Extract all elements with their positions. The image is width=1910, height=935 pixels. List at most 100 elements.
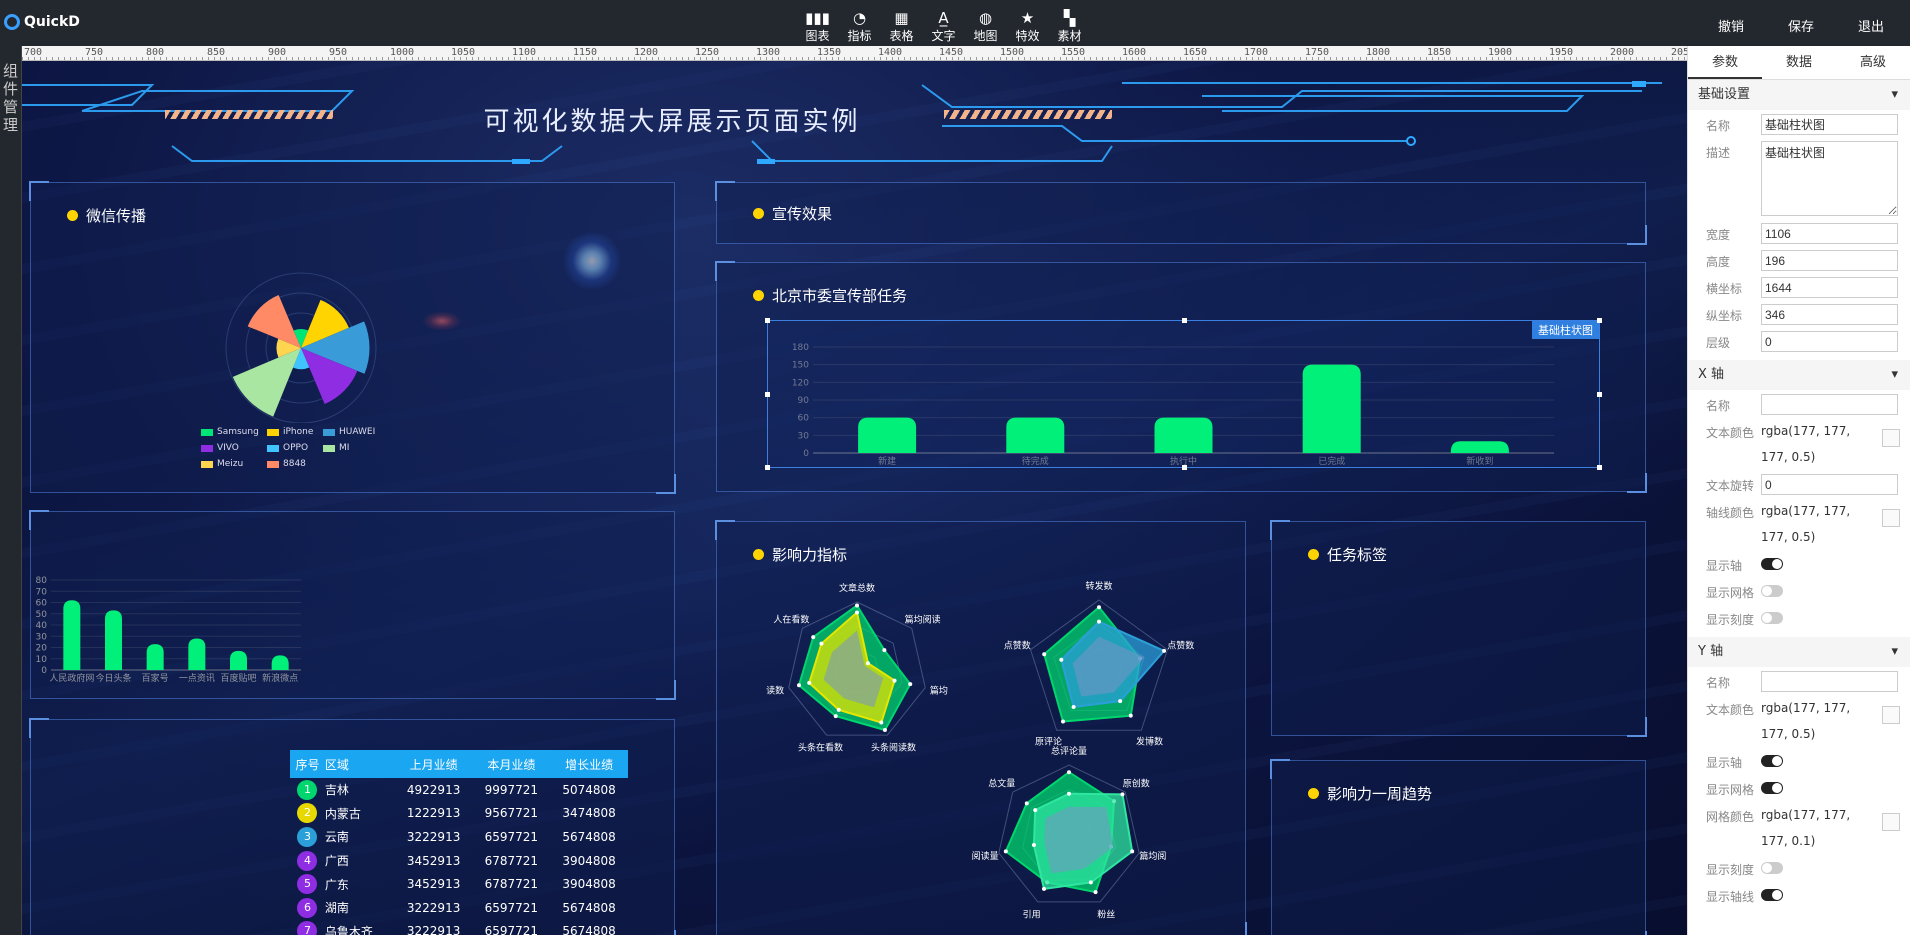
properties-tabs: 参数 数据 高级 <box>1688 46 1910 80</box>
weekly-trend-panel[interactable]: 影响力一周趋势 <box>1270 759 1647 935</box>
tool-label: 表格 <box>889 29 914 43</box>
radar-charts[interactable]: 文章总数篇均阅读篇均头条阅读数 头条在看数 读数 人在看数 转发数点赞数发博数 原评论 点赞… <box>717 522 1247 935</box>
table-row[interactable]: 5 广东 3452913 6787721 3904808 <box>290 872 628 896</box>
bar[interactable] <box>1450 441 1509 453</box>
ranking-table[interactable]: 序号 区域 上月业绩 本月业绩 增长业绩 1 吉林 4922913 9997721 50… <box>290 750 628 935</box>
x-tick-label: 人民政府网 <box>49 672 94 684</box>
header-stripes-right <box>944 110 1112 119</box>
y-tick-label: 0 <box>803 449 809 459</box>
x-name-input[interactable] <box>1761 394 1898 415</box>
x-input[interactable] <box>1761 277 1898 298</box>
col-rank: 序号 <box>290 750 325 778</box>
table-row[interactable]: 7 乌鲁木齐 3222913 6597721 5674808 <box>290 920 628 935</box>
bar[interactable] <box>271 655 289 670</box>
width-input[interactable] <box>1761 223 1898 244</box>
tool-label: 特效 <box>1015 29 1040 43</box>
x-show-ticks-toggle[interactable] <box>1761 612 1783 624</box>
radar-indicator-label: 篇均 <box>930 685 948 697</box>
color-picker-icon[interactable] <box>1882 813 1900 831</box>
x-show-axis-toggle[interactable] <box>1761 558 1783 570</box>
bar[interactable] <box>63 600 81 670</box>
y-show-axis-toggle[interactable] <box>1761 755 1783 767</box>
x-show-grid-toggle[interactable] <box>1761 585 1783 597</box>
exit-button[interactable]: 退出 <box>1858 16 1884 35</box>
y-show-axis-label: 显示轴 <box>1706 756 1743 770</box>
desc-textarea[interactable]: 基础柱状图 <box>1761 141 1898 216</box>
table-tool[interactable]: ▦ 表格 <box>886 10 917 44</box>
tab-data[interactable]: 数据 <box>1762 46 1836 79</box>
table-row[interactable]: 6 湖南 3222913 6597721 5674808 <box>290 896 628 920</box>
ruler-tick: 1200 <box>634 47 659 58</box>
bar[interactable] <box>188 638 206 671</box>
save-button[interactable]: 保存 <box>1788 16 1814 35</box>
height-input[interactable] <box>1761 250 1898 271</box>
legend-item[interactable]: iPhone <box>267 427 323 437</box>
task-tags-panel[interactable]: 任务标签 <box>1270 520 1647 737</box>
platform-bar-chart[interactable]: 8070 60504030 20100人民政府网 今日头条 百家号 一点资讯 百度贴吧 新浪微… <box>31 512 331 697</box>
tab-params[interactable]: 参数 <box>1688 46 1762 79</box>
cell-last: 3452913 <box>406 877 461 892</box>
rose-chart[interactable] <box>201 263 401 423</box>
y-show-grid-toggle[interactable] <box>1761 782 1783 794</box>
y-input[interactable] <box>1761 304 1898 325</box>
influence-panel[interactable]: 影响力指标 文章总数 篇均阅读 篇均 头条阅读数 头条在看数 读数 人在看数 转发数 点赞数 发博… <box>715 520 1247 935</box>
component-manager-tab[interactable]: 组件管理 <box>0 46 22 935</box>
dashboard-title[interactable]: 可视化数据大屏展示页面实例 <box>422 101 922 138</box>
task-bar-chart: 180 150 120 90 60 30 0 新建 待完成 执行中 已完成 新收到 <box>792 343 1554 467</box>
legend-item[interactable]: 8848 <box>267 459 323 469</box>
platform-bar-panel[interactable]: 80 70 60 50 40 30 20 10 0 人民政府网 今日头条 百家号 一点资讯 百度贴吧 新浪微… <box>29 510 676 700</box>
color-picker-icon[interactable] <box>1882 706 1900 724</box>
bar[interactable] <box>105 610 122 670</box>
dashboard-canvas[interactable]: 可视化数据大屏展示页面实例 微信传播 Samsung iPhone HUAWEI VI… <box>22 61 1687 935</box>
z-input[interactable] <box>1761 331 1898 352</box>
color-picker-icon[interactable] <box>1882 429 1900 447</box>
basic-settings-section[interactable]: 基础设置 <box>1688 80 1910 110</box>
x-rotate-input[interactable] <box>1761 474 1898 495</box>
rose-slice[interactable] <box>232 348 301 417</box>
undo-button[interactable]: 撤销 <box>1718 16 1744 35</box>
bar[interactable] <box>230 650 247 670</box>
legend-item[interactable]: Meizu <box>201 459 267 469</box>
legend-item[interactable]: HUAWEI <box>323 427 389 437</box>
radar-indicator-label: 读数 <box>766 685 784 697</box>
app-logo[interactable]: QuickD <box>4 14 80 30</box>
radar-point <box>855 603 859 608</box>
rose-legend: Samsung iPhone HUAWEI VIVO OPPO MI Meizu 8848 <box>201 427 389 469</box>
y-axis-section[interactable]: Y 轴 <box>1688 637 1910 667</box>
y-show-axisline-toggle[interactable] <box>1761 889 1783 901</box>
x-axis-section[interactable]: X 轴 <box>1688 360 1910 390</box>
indicator-tool[interactable]: ◔ 指标 <box>844 10 875 44</box>
bar[interactable] <box>1302 364 1361 453</box>
chart-tool[interactable]: ▮▮▮ 图表 <box>802 10 833 44</box>
text-tool[interactable]: A̲ 文字 <box>928 10 959 44</box>
y-show-ticks-toggle[interactable] <box>1761 862 1783 874</box>
name-row: 名称 <box>1688 110 1910 137</box>
name-input[interactable] <box>1761 114 1898 135</box>
map-tool[interactable]: ◍ 地图 <box>970 10 1001 44</box>
table-row[interactable]: 2 内蒙古 1222913 9567721 3474808 <box>290 802 628 826</box>
selected-bar-chart[interactable]: 基础柱状图 180 150 120 90 60 30 0 新建 待完成 执行中 已完成 新收到 <box>765 318 1602 470</box>
bar[interactable] <box>1154 417 1213 453</box>
publicity-panel[interactable]: 宣传效果 <box>715 181 1647 245</box>
legend-item[interactable]: VIVO <box>201 443 267 453</box>
legend-item[interactable]: OPPO <box>267 443 323 453</box>
color-picker-icon[interactable] <box>1882 509 1900 527</box>
wechat-panel[interactable]: 微信传播 Samsung iPhone HUAWEI VIVO OPPO MI Meizu 8… <box>29 181 676 494</box>
ruler-tick: 1850 <box>1427 47 1452 58</box>
legend-item[interactable]: MI <box>323 443 389 453</box>
bar[interactable] <box>146 644 164 670</box>
cell-region: 广西 <box>324 854 349 869</box>
panel-title: 宣传效果 <box>753 203 832 224</box>
bar[interactable] <box>858 417 917 453</box>
material-tool[interactable]: ▚ 素材 <box>1054 10 1085 44</box>
table-row[interactable]: 1 吉林 4922913 9997721 5074808 <box>290 778 628 802</box>
y-name-input[interactable] <box>1761 671 1898 692</box>
legend-label: Samsung <box>217 427 259 437</box>
rose-slice[interactable] <box>247 295 301 348</box>
effect-tool[interactable]: ★ 特效 <box>1012 10 1043 44</box>
bar[interactable] <box>1006 417 1065 453</box>
legend-item[interactable]: Samsung <box>201 427 267 437</box>
table-row[interactable]: 4 广西 3452913 6787721 3904808 <box>290 849 628 873</box>
table-row[interactable]: 3 云南 3222913 6597721 5674808 <box>290 825 628 849</box>
tab-advanced[interactable]: 高级 <box>1836 46 1910 79</box>
